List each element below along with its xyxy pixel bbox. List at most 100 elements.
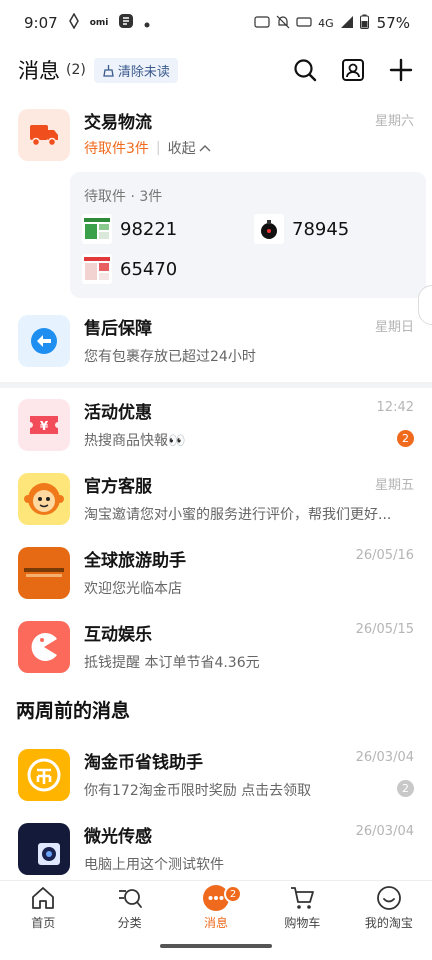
- smile-icon: [375, 884, 403, 912]
- chevron-up-icon: [199, 145, 211, 152]
- return-arrow-icon: [31, 328, 57, 354]
- mascot-icon: [24, 483, 64, 515]
- signal-icon: [340, 15, 354, 32]
- tab-label: 我的淘宝: [364, 916, 413, 930]
- avatar: ¥: [18, 399, 70, 451]
- tab-category[interactable]: 分类: [86, 881, 172, 938]
- avatar: [18, 823, 70, 875]
- pickup-item[interactable]: 98221: [82, 214, 177, 244]
- tab-label: 购物车: [284, 916, 321, 930]
- conversation-entertainment[interactable]: 互动娱乐 26/05/15 抵钱提醒 本订单节省4.36元: [0, 610, 432, 684]
- avatar: [18, 315, 70, 367]
- battery-icon: [359, 14, 369, 32]
- conversation-preview: 你有172淘金币限时奖励 点击去领取: [84, 783, 312, 799]
- conversation-time: 星期五: [374, 478, 414, 493]
- avatar: [18, 109, 70, 161]
- conversation-preview: 您有包裹存放已超过24小时: [84, 349, 256, 365]
- app-notification-icon: [68, 12, 80, 33]
- tab-label: 消息: [204, 916, 229, 930]
- pickup-code: 98221: [120, 218, 178, 240]
- conversation-customer-service[interactable]: 官方客服 星期五 淘宝邀请您对小蜜的服务进行评价，帮我们更好...: [0, 462, 432, 536]
- search-icon[interactable]: [292, 57, 318, 83]
- separator: |: [155, 140, 161, 156]
- pickup-item[interactable]: 65470: [82, 254, 177, 284]
- pacman-icon: [31, 633, 57, 661]
- conversation-name: 互动娱乐: [84, 625, 152, 645]
- conversation-weiguang[interactable]: 微光传感 26/03/04 电脑上用这个测试软件: [0, 812, 432, 886]
- travel-logo-icon: [24, 568, 64, 577]
- conversation-name: 淘金币省钱助手: [84, 753, 203, 773]
- conversation-preview: 抵钱提醒 本订单节省4.36元: [84, 655, 260, 671]
- dot-icon: [144, 14, 150, 32]
- product-thumbnail: [254, 214, 284, 244]
- conversation-preview: 欢迎您光临本店: [84, 581, 182, 597]
- conversation-time: 星期六: [374, 114, 414, 129]
- cart-icon: [288, 884, 316, 912]
- pickup-title: 待取件 · 3件: [84, 189, 163, 205]
- pending-line: 待取件3件 | 收起: [84, 138, 211, 158]
- tab-home[interactable]: 首页: [0, 881, 86, 938]
- tab-messages[interactable]: 2 消息: [173, 881, 259, 938]
- collapse-button[interactable]: 收起: [168, 138, 211, 158]
- clear-unread-label: 清除未读: [117, 64, 170, 80]
- unread-badge: 2: [397, 430, 414, 447]
- section-title: 两周前的消息: [16, 700, 131, 722]
- status-time: 9:07: [24, 14, 58, 32]
- conversation-name: 全球旅游助手: [84, 551, 186, 571]
- messages-header: 消息 (2) 清除未读: [0, 46, 432, 94]
- tab-badge: 2: [224, 885, 243, 903]
- conversation-name: 活动优惠: [84, 403, 152, 423]
- clear-unread-button[interactable]: 清除未读: [93, 57, 178, 83]
- avatar: [18, 749, 70, 801]
- conversation-time: 26/03/04: [355, 750, 414, 765]
- conversation-name: 微光传感: [84, 827, 152, 847]
- pickup-code: 78945: [292, 218, 350, 240]
- home-indicator[interactable]: [160, 944, 272, 948]
- conversation-time: 26/05/16: [355, 548, 414, 563]
- svg-text:¥: ¥: [40, 419, 49, 433]
- volte-icon: [296, 16, 312, 31]
- pending-count: 待取件3件: [84, 141, 149, 157]
- conversation-after-sales[interactable]: 售后保障 星期日 您有包裹存放已超过24小时: [0, 304, 432, 378]
- tab-label: 首页: [31, 916, 56, 930]
- conversation-travel-assistant[interactable]: 全球旅游助手 26/05/16 欢迎您光临本店: [0, 536, 432, 610]
- tab-cart[interactable]: 购物车: [259, 881, 345, 938]
- conversation-name: 官方客服: [84, 477, 152, 497]
- unread-badge: 2: [397, 780, 414, 797]
- avatar: [18, 473, 70, 525]
- conversation-name: 交易物流: [84, 113, 152, 133]
- truck-icon: [30, 125, 58, 147]
- conversation-logistics[interactable]: 交易物流 星期六 待取件3件 | 收起: [0, 98, 432, 172]
- conversation-time: 星期日: [374, 320, 414, 335]
- conversation-time: 12:42: [376, 400, 414, 415]
- conversation-time: 26/05/15: [355, 622, 414, 637]
- contacts-icon[interactable]: [340, 57, 366, 83]
- conversation-preview: 热搜商品快報👀: [84, 433, 186, 449]
- avatar: [18, 621, 70, 673]
- unread-count: (2): [66, 62, 86, 78]
- network-label: 4G: [318, 16, 334, 30]
- camera-module-icon: [38, 843, 60, 865]
- omi-icon: omi: [89, 18, 109, 28]
- tab-label: 分类: [117, 916, 142, 930]
- app-e-icon: [118, 13, 134, 33]
- pickup-item[interactable]: 78945: [254, 214, 349, 244]
- product-thumbnail: [82, 214, 112, 244]
- pickup-code: 65470: [120, 258, 178, 280]
- conversation-promotions[interactable]: ¥ 活动优惠 12:42 热搜商品快報👀 2: [0, 388, 432, 462]
- collapse-label: 收起: [167, 141, 196, 157]
- avatar: [18, 547, 70, 599]
- coin-icon: [27, 758, 61, 792]
- conversation-name: 售后保障: [84, 319, 152, 339]
- add-icon[interactable]: [388, 57, 414, 83]
- conversation-preview: 电脑上用这个测试软件: [84, 857, 224, 873]
- coupon-icon: ¥: [30, 416, 58, 434]
- bottom-tab-bar: 首页 分类 2 消息 购物车 我的淘宝: [0, 880, 432, 938]
- tab-my-taobao[interactable]: 我的淘宝: [346, 881, 432, 938]
- battery-percent: 57%: [376, 14, 410, 32]
- status-bar: 9:07 omi 4G 57%: [0, 0, 432, 46]
- mute-icon: [276, 15, 290, 32]
- conversation-preview: 淘宝邀请您对小蜜的服务进行评价，帮我们更好...: [84, 507, 392, 523]
- pickup-card[interactable]: 待取件 · 3件 98221 78945 65470: [70, 172, 426, 298]
- conversation-coin-assistant[interactable]: 淘金币省钱助手 26/03/04 你有172淘金币限时奖励 点击去领取 2: [0, 738, 432, 812]
